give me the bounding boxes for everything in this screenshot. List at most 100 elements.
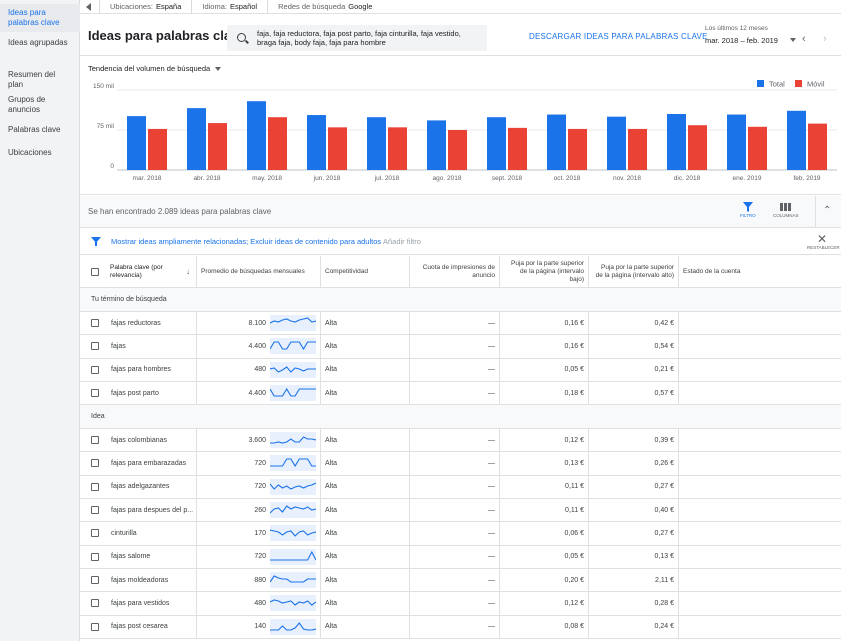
sidebar-item-3[interactable]: Resumen del plan xyxy=(0,70,80,90)
col-avg-searches[interactable]: Promedio de búsquedas mensuales xyxy=(197,256,321,288)
row-checkbox[interactable] xyxy=(91,482,99,491)
row-checkbox[interactable] xyxy=(91,388,99,397)
table-row[interactable]: fajas para vestidos 480 Alta —0,12 €0,28 € xyxy=(80,592,841,616)
keyword-search-box[interactable]: faja, faja reductora, faja post parto, f… xyxy=(227,25,487,51)
keyword-cell: fajas reductoras xyxy=(106,312,197,335)
location-setting[interactable]: Ubicaciones: España xyxy=(99,0,191,14)
impression-share-cell: — xyxy=(410,499,500,522)
bid-low-cell: 0,06 € xyxy=(500,522,589,545)
add-filter-link[interactable]: Añadir filtro xyxy=(383,237,421,246)
account-status-cell xyxy=(679,616,841,638)
row-checkbox[interactable] xyxy=(91,575,99,584)
bar-total xyxy=(667,114,686,170)
bid-high-cell: 0,57 € xyxy=(589,381,679,405)
table-row[interactable]: fajas salome 720 Alta —0,05 €0,13 € xyxy=(80,545,841,569)
row-checkbox[interactable] xyxy=(91,365,99,374)
sparkline-path xyxy=(270,621,316,631)
row-checkbox[interactable] xyxy=(91,529,99,538)
chevron-up-icon[interactable]: ⌃ xyxy=(823,205,831,216)
bid-high-cell: 0,39 € xyxy=(589,429,679,452)
table-row[interactable]: fajas reductoras 8.100 Alta —0,16 €0,42 € xyxy=(80,312,841,336)
row-checkbox[interactable] xyxy=(91,622,99,631)
col-impression-share[interactable]: Cuota de impresiones de anuncio xyxy=(410,256,500,288)
chevron-down-icon[interactable] xyxy=(790,38,796,42)
trend-sparkline xyxy=(270,338,316,355)
y-tick-label: 0 xyxy=(110,163,114,170)
x-tick-label: nov. 2018 xyxy=(613,175,641,182)
row-checkbox[interactable] xyxy=(91,552,99,561)
bid-low-cell: 0,05 € xyxy=(500,358,589,381)
period-selector[interactable]: mar. 2018 – feb. 2019 xyxy=(705,36,778,45)
select-all-checkbox[interactable] xyxy=(91,268,99,276)
trend-sparkline xyxy=(270,525,316,542)
row-checkbox[interactable] xyxy=(91,599,99,608)
table-row[interactable]: fajas colombianas 3.600 Alta —0,12 €0,39 € xyxy=(80,429,841,453)
competition-cell: Alta xyxy=(321,381,410,405)
table-row[interactable]: fajas post cesarea 140 Alta —0,08 €0,24 € xyxy=(80,615,841,639)
network-setting[interactable]: Redes de búsqueda Google xyxy=(267,0,382,14)
trend-sparkline xyxy=(270,315,316,331)
x-tick-label: oct. 2018 xyxy=(554,175,581,182)
arrow-down-icon: ↓ xyxy=(186,267,190,276)
bid-low-cell: 0,16 € xyxy=(500,335,589,358)
keyword-cell: fajas colombianas xyxy=(106,429,197,452)
table-row[interactable]: fajas para embarazadas 720 Alta —0,13 €0,26… xyxy=(80,452,841,476)
active-filters-link[interactable]: Mostrar ideas ampliamente relacionadas; … xyxy=(111,237,381,246)
table-row[interactable]: fajas para despues del p... 260 Alta —0,11 … xyxy=(80,499,841,523)
col-keyword[interactable]: Palabra clave (por relevancia) ↓ xyxy=(106,256,197,288)
bid-low-cell: 0,11 € xyxy=(500,499,589,522)
table-row[interactable]: fajas moldeadoras 880 Alta —0,20 €2,11 € xyxy=(80,568,841,593)
chevron-left-icon[interactable]: ‹ xyxy=(802,33,806,45)
row-checkbox[interactable] xyxy=(91,342,99,351)
bid-high-cell: 0,54 € xyxy=(589,335,679,358)
row-checkbox[interactable] xyxy=(91,319,99,327)
results-count: Se han encontrado 2.089 ideas para palab… xyxy=(88,207,272,216)
row-checkbox[interactable] xyxy=(91,506,99,515)
col-bid-high[interactable]: Puja por la parte superior de la página … xyxy=(589,256,679,288)
bar-total xyxy=(487,117,506,170)
sidebar-item-6[interactable]: Ubicaciones xyxy=(0,148,80,158)
competition-cell: Alta xyxy=(321,335,410,358)
filter-button[interactable]: FILTRO xyxy=(740,202,756,218)
row-checkbox[interactable] xyxy=(91,459,99,468)
x-tick-label: abr. 2018 xyxy=(193,175,220,182)
bid-high-cell: 0,40 € xyxy=(589,499,679,522)
col-account-status[interactable]: Estado de la cuenta xyxy=(679,256,841,288)
language-setting[interactable]: Idioma: Español xyxy=(191,0,267,14)
sidebar-item-5[interactable]: Palabras clave xyxy=(0,125,80,135)
columns-button[interactable]: COLUMNAS xyxy=(773,202,799,218)
col-competition[interactable]: Competitividad xyxy=(321,256,410,288)
table-row[interactable]: cinturilla 170 Alta —0,06 €0,27 € xyxy=(80,522,841,546)
bid-low-cell: 0,05 € xyxy=(500,545,589,568)
columns-icon xyxy=(780,203,792,211)
competition-cell: Alta xyxy=(321,475,410,499)
sparkline-path xyxy=(270,387,316,397)
sidebar-item-1[interactable]: Ideas para palabras clave xyxy=(0,4,80,32)
row-checkbox[interactable] xyxy=(91,436,99,445)
table-row[interactable]: fajas 4.400 Alta —0,16 €0,54 € xyxy=(80,335,841,359)
impression-share-cell: — xyxy=(410,429,500,452)
collapse-sidebar-icon[interactable] xyxy=(86,2,91,11)
bar-movil xyxy=(568,128,587,170)
sidebar-item-4[interactable]: Grupos de anuncios xyxy=(0,95,80,115)
bar-movil xyxy=(448,130,467,170)
table-row[interactable]: fajas para hombres 480 Alta —0,05 €0,21 € xyxy=(80,358,841,382)
col-bid-low[interactable]: Puja por la parte superior de la página … xyxy=(500,256,589,288)
search-icon xyxy=(237,33,246,42)
table-row[interactable]: fajas post parto 4.400 Alta —0,18 €0,57 € xyxy=(80,381,841,406)
bar-movil xyxy=(628,128,647,170)
bid-low-cell: 0,18 € xyxy=(500,381,589,405)
sidebar-item-2[interactable]: Ideas agrupadas xyxy=(0,38,80,48)
sparkline-path xyxy=(270,550,316,561)
trend-sparkline xyxy=(270,502,316,519)
sparkline-path xyxy=(270,436,316,444)
table-row[interactable]: fajas adelgazantes 720 Alta —0,11 €0,27 € xyxy=(80,475,841,500)
chevron-right-icon[interactable]: › xyxy=(823,33,827,45)
trend-sparkline xyxy=(270,361,316,378)
trend-sparkline xyxy=(270,548,316,565)
keyword-cell: fajas para despues del p... xyxy=(106,499,197,522)
reset-filters-button[interactable]: ✕ RESTABLECER xyxy=(807,233,840,250)
bar-total xyxy=(547,114,566,170)
results-summary-bar: Se han encontrado 2.089 ideas para palab… xyxy=(80,196,841,228)
download-ideas-button[interactable]: DESCARGAR IDEAS PARA PALABRAS CLAVE xyxy=(529,32,708,41)
